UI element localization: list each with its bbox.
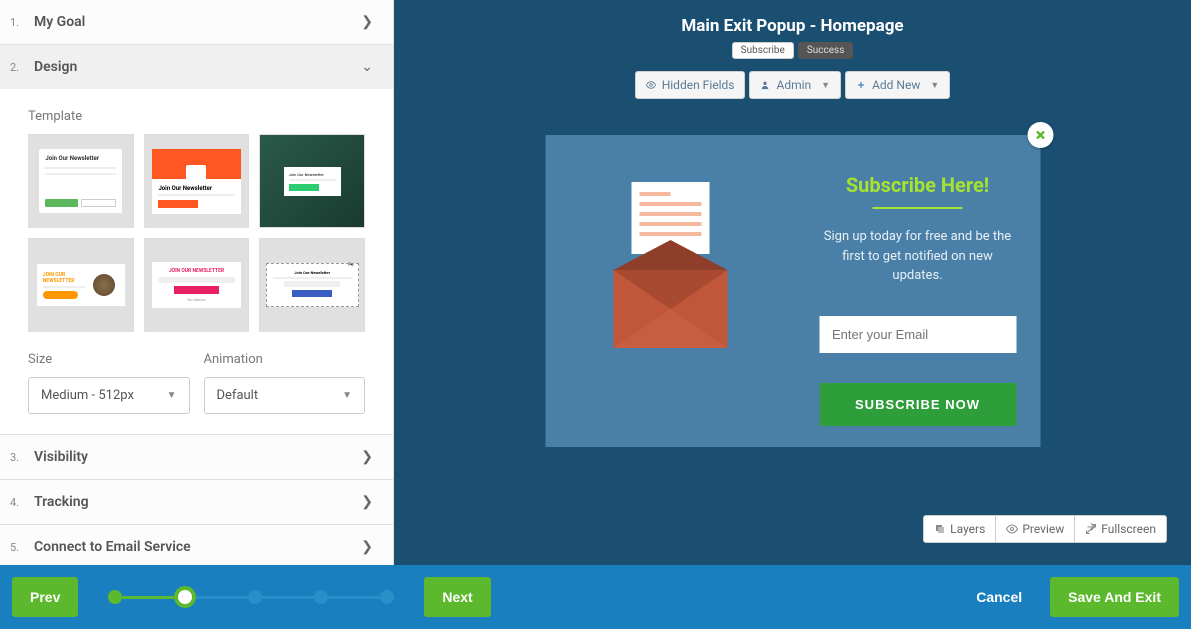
eye-icon [1006, 523, 1018, 535]
close-button[interactable] [1027, 122, 1053, 148]
step-title: Connect to Email Service [34, 539, 361, 555]
prev-button[interactable]: Prev [12, 577, 78, 617]
step-number: 4. [10, 496, 34, 509]
popup-preview[interactable]: Subscribe Here! Sign up today for free a… [545, 135, 1040, 447]
chevron-right-icon: ❯ [361, 539, 373, 555]
fullscreen-label: Fullscreen [1101, 522, 1156, 536]
popup-heading[interactable]: Subscribe Here! [819, 173, 1016, 197]
preview-button[interactable]: Preview [996, 515, 1075, 543]
chevron-right-icon: ❯ [361, 14, 373, 30]
progress-step-2[interactable] [174, 586, 196, 608]
template-thumb-2[interactable]: Join Our Newsletter [144, 134, 250, 228]
size-label: Size [28, 352, 190, 367]
step-number: 3. [10, 451, 34, 464]
accordion-design[interactable]: 2. Design ⌄ [0, 45, 393, 89]
fullscreen-button[interactable]: Fullscreen [1075, 515, 1167, 543]
caret-down-icon: ▼ [167, 390, 177, 401]
tab-subscribe[interactable]: Subscribe [732, 42, 794, 59]
user-icon [760, 80, 770, 90]
accordion-email-service[interactable]: 5. Connect to Email Service ❯ [0, 525, 393, 565]
expand-icon [1085, 523, 1097, 535]
design-panel: Template Join Our Newsletter Join Our Ne… [0, 89, 393, 434]
add-new-label: Add New [872, 78, 920, 92]
caret-down-icon: ▼ [930, 80, 939, 91]
progress-indicator [108, 586, 394, 608]
accordion-my-goal[interactable]: 1. My Goal ❯ [0, 0, 393, 44]
layers-label: Layers [950, 522, 985, 536]
plus-icon [856, 80, 866, 90]
progress-step-3[interactable] [248, 590, 262, 604]
template-grid: Join Our Newsletter Join Our Newsletter … [28, 134, 365, 332]
step-number: 1. [10, 16, 34, 29]
template-label: Template [28, 109, 365, 124]
progress-step-5[interactable] [380, 590, 394, 604]
add-new-button[interactable]: Add New ▼ [845, 71, 950, 99]
template-thumb-6[interactable]: ✂Join Our Newsletter [259, 238, 365, 332]
layers-icon [934, 523, 946, 535]
step-number: 5. [10, 541, 34, 554]
step-title: Tracking [34, 494, 361, 510]
step-title: My Goal [34, 14, 361, 30]
sidebar: 1. My Goal ❯ 2. Design ⌄ Template Join O… [0, 0, 394, 565]
chevron-down-icon: ⌄ [361, 59, 373, 75]
caret-down-icon: ▼ [342, 390, 352, 401]
step-number: 2. [10, 61, 34, 74]
animation-select[interactable]: Default ▼ [204, 377, 366, 414]
step-title: Design [34, 59, 361, 75]
chevron-right-icon: ❯ [361, 494, 373, 510]
save-and-exit-button[interactable]: Save And Exit [1050, 577, 1179, 617]
template-thumb-5[interactable]: JOIN OUR NEWSLETTERNo thanks [144, 238, 250, 332]
hidden-fields-button[interactable]: Hidden Fields [635, 71, 746, 99]
admin-label: Admin [776, 78, 811, 92]
tab-success[interactable]: Success [798, 42, 854, 59]
layers-button[interactable]: Layers [923, 515, 996, 543]
heading-underline [873, 207, 963, 209]
canvas: Main Exit Popup - Homepage Subscribe Suc… [394, 0, 1191, 565]
accordion-tracking[interactable]: 4. Tracking ❯ [0, 480, 393, 524]
page-title: Main Exit Popup - Homepage [394, 0, 1191, 36]
caret-down-icon: ▼ [821, 80, 830, 91]
template-thumb-4[interactable]: JOIN OUR NEWSLETTER [28, 238, 134, 332]
next-button[interactable]: Next [424, 577, 490, 617]
cancel-button[interactable]: Cancel [958, 577, 1040, 617]
chevron-right-icon: ❯ [361, 449, 373, 465]
eye-icon [646, 80, 656, 90]
animation-label: Animation [204, 352, 366, 367]
template-thumb-1[interactable]: Join Our Newsletter [28, 134, 134, 228]
step-title: Visibility [34, 449, 361, 465]
admin-button[interactable]: Admin ▼ [749, 71, 841, 99]
progress-step-4[interactable] [314, 590, 328, 604]
progress-step-1[interactable] [108, 590, 122, 604]
preview-label: Preview [1022, 522, 1064, 536]
envelope-icon [613, 234, 727, 348]
email-input[interactable] [819, 316, 1016, 353]
footer: Prev Next Cancel Save And Exit [0, 565, 1191, 629]
accordion-visibility[interactable]: 3. Visibility ❯ [0, 435, 393, 479]
popup-description[interactable]: Sign up today for free and be the first … [819, 227, 1016, 286]
size-select[interactable]: Medium - 512px ▼ [28, 377, 190, 414]
template-thumb-3[interactable]: Join Our Newsletter [259, 134, 365, 228]
subscribe-button[interactable]: SUBSCRIBE NOW [819, 383, 1016, 426]
size-value: Medium - 512px [41, 388, 134, 403]
close-icon [1033, 128, 1047, 142]
animation-value: Default [217, 388, 259, 403]
hidden-fields-label: Hidden Fields [662, 78, 735, 92]
